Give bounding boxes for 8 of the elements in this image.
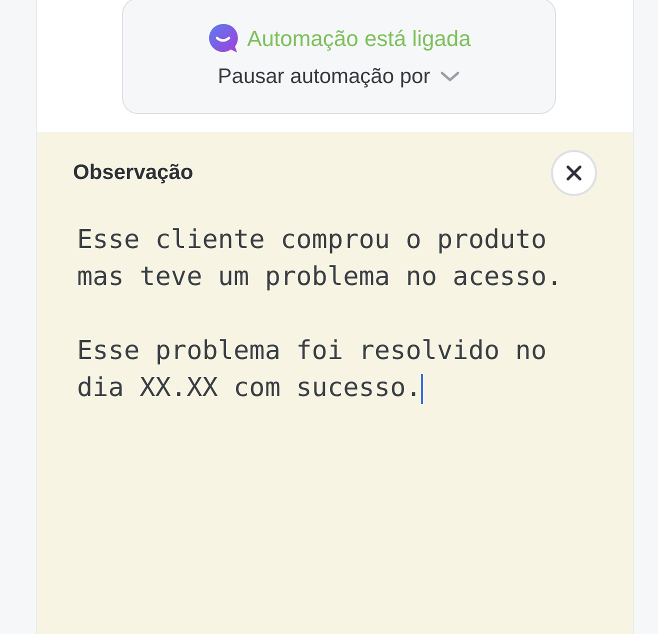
close-button[interactable] [551,150,597,196]
automation-status: Automação está ligada [247,24,471,53]
pause-automation-dropdown[interactable]: Pausar automação por [218,60,460,92]
chevron-down-icon [440,70,460,82]
note-field[interactable]: Esse cliente comprou o produto mas teve um problema no acesso. Esse problema foi resolvido no dia XX.XX com sucesso. [73,222,597,407]
close-icon [566,165,582,181]
chat-bubble-icon [207,22,240,54]
note-title: Observação [73,160,194,186]
